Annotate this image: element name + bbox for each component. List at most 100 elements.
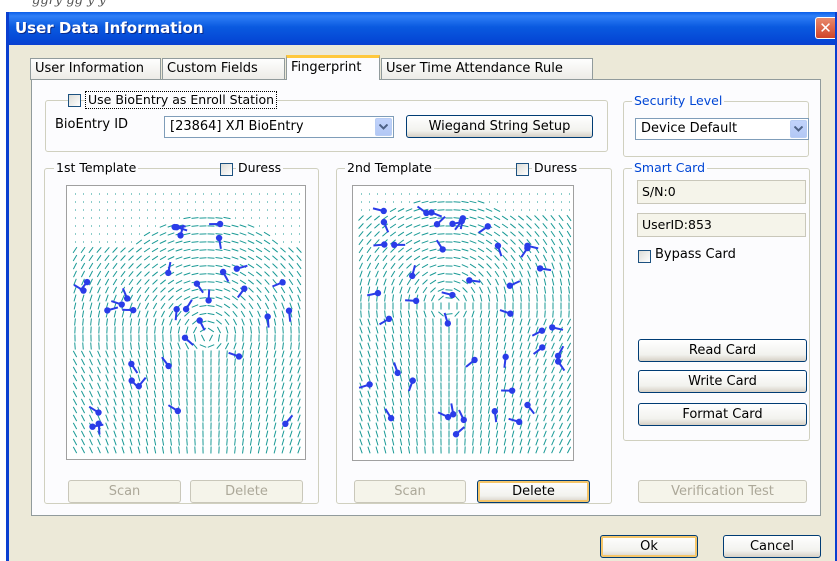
ridge-segment bbox=[535, 334, 539, 342]
minutia-marker-icon bbox=[391, 241, 406, 249]
ridge-segment bbox=[389, 207, 397, 213]
ridge-segment bbox=[472, 350, 474, 358]
ridge-segment bbox=[566, 222, 572, 230]
write-card-button[interactable]: Write Card bbox=[638, 370, 807, 393]
ridge-segment bbox=[281, 374, 285, 382]
ridge-segment bbox=[528, 294, 530, 302]
chevron-down-icon[interactable] bbox=[790, 120, 807, 138]
ridge-segment bbox=[480, 438, 482, 446]
format-card-button[interactable]: Format Card bbox=[638, 403, 807, 426]
ridge-segment bbox=[407, 398, 411, 406]
ridge-segment bbox=[535, 358, 539, 366]
template2-duress-checkbox[interactable] bbox=[516, 163, 529, 176]
ridge-segment bbox=[249, 438, 253, 446]
ridge-segment bbox=[544, 294, 546, 302]
template2-delete-button[interactable]: Delete bbox=[477, 480, 590, 503]
ridge-segment bbox=[264, 271, 270, 277]
ridge-segment bbox=[281, 398, 285, 406]
ridge-segment bbox=[136, 286, 142, 294]
ridge-segment bbox=[74, 318, 76, 326]
ridge-segment bbox=[416, 398, 418, 406]
ridge-segment bbox=[503, 390, 507, 398]
ridge-segment bbox=[424, 342, 426, 350]
ridge-segment bbox=[519, 326, 523, 334]
ridge-segment bbox=[494, 270, 500, 278]
ridge-segment bbox=[398, 270, 404, 278]
ridge-segment bbox=[503, 446, 507, 454]
ridge-segment bbox=[542, 254, 548, 262]
ridge-segment bbox=[480, 326, 482, 334]
ridge-segment bbox=[430, 287, 436, 293]
template1-duress-checkbox[interactable] bbox=[220, 163, 233, 176]
ridge-segment bbox=[558, 230, 564, 238]
ridge-segment bbox=[231, 287, 239, 293]
ridge-segment bbox=[146, 326, 148, 334]
ridge-segment bbox=[559, 430, 563, 438]
use-bioentry-label[interactable]: Use BioEntry as Enroll Station bbox=[85, 91, 278, 109]
ridge-segment bbox=[167, 248, 175, 252]
security-level-select[interactable]: Device Default bbox=[635, 118, 809, 140]
tab-user-time-attendance-rule[interactable]: User Time Attendance Rule bbox=[381, 58, 593, 80]
ridge-segment bbox=[178, 438, 180, 446]
ridge-segment bbox=[89, 310, 93, 318]
ridge-segment bbox=[542, 215, 548, 221]
ridge-segment bbox=[298, 342, 300, 350]
tab-fingerprint[interactable]: Fingerprint bbox=[286, 55, 380, 80]
ridge-segment bbox=[234, 358, 236, 366]
ridge-segment bbox=[114, 318, 116, 326]
ok-button[interactable]: Ok bbox=[600, 535, 698, 558]
ridge-segment bbox=[97, 398, 101, 406]
ridge-segment bbox=[542, 246, 548, 254]
ridge-segment bbox=[416, 438, 418, 446]
ridge-segment bbox=[186, 406, 188, 414]
ridge-segment bbox=[257, 422, 261, 430]
ridge-segment bbox=[224, 318, 230, 326]
ridge-segment bbox=[416, 366, 418, 374]
ridge-segment bbox=[215, 233, 223, 235]
ridge-segment bbox=[382, 254, 388, 262]
template2-scan-button[interactable]: Scan bbox=[354, 480, 466, 503]
ridge-segment bbox=[153, 350, 157, 358]
tab-custom-fields[interactable]: Custom Fields bbox=[162, 58, 285, 80]
ridge-segment bbox=[559, 382, 563, 390]
bypass-card-checkbox[interactable] bbox=[638, 250, 651, 263]
wiegand-string-setup-button[interactable]: Wiegand String Setup bbox=[406, 115, 593, 138]
ridge-segment bbox=[97, 382, 101, 390]
ridge-segment bbox=[535, 342, 539, 350]
ridge-segment bbox=[511, 342, 515, 350]
use-bioentry-checkbox[interactable] bbox=[68, 94, 81, 107]
template1-scan-button[interactable]: Scan bbox=[68, 480, 181, 503]
close-icon[interactable]: ✕ bbox=[815, 17, 835, 39]
ridge-segment bbox=[88, 246, 94, 254]
ridge-segment bbox=[265, 438, 269, 446]
ridge-segment bbox=[422, 279, 428, 285]
ridge-segment bbox=[234, 398, 236, 406]
ridge-segment bbox=[282, 326, 284, 334]
ridge-segment bbox=[359, 334, 363, 342]
bioentry-id-select[interactable]: [23864] ХЛ BioEntry bbox=[164, 116, 394, 138]
tab-user-information[interactable]: User Information bbox=[30, 58, 161, 80]
ridge-segment bbox=[184, 342, 190, 350]
ridge-segment bbox=[152, 294, 158, 302]
ridge-segment bbox=[207, 320, 215, 324]
ridge-segment bbox=[453, 209, 461, 211]
ridge-segment bbox=[527, 382, 531, 390]
ridge-segment bbox=[437, 288, 445, 292]
ridge-segment bbox=[399, 358, 403, 366]
ridge-segment bbox=[121, 294, 125, 302]
ridge-segment bbox=[375, 438, 379, 446]
template1-delete-button[interactable]: Delete bbox=[190, 480, 303, 503]
title-bar[interactable]: User Data Information ✕ bbox=[9, 12, 835, 45]
ridge-segment bbox=[429, 201, 437, 203]
read-card-button[interactable]: Read Card bbox=[638, 339, 807, 362]
verification-test-button[interactable]: Verification Test bbox=[638, 480, 807, 503]
ridge-segment bbox=[567, 254, 571, 262]
ridge-segment bbox=[359, 270, 363, 278]
ridge-segment bbox=[72, 430, 78, 438]
cancel-button[interactable]: Cancel bbox=[723, 535, 821, 558]
ridge-segment bbox=[226, 430, 228, 438]
chevron-down-icon[interactable] bbox=[375, 118, 392, 136]
ridge-segment bbox=[566, 230, 572, 238]
ridge-segment bbox=[281, 382, 285, 390]
ridge-segment bbox=[138, 326, 140, 334]
